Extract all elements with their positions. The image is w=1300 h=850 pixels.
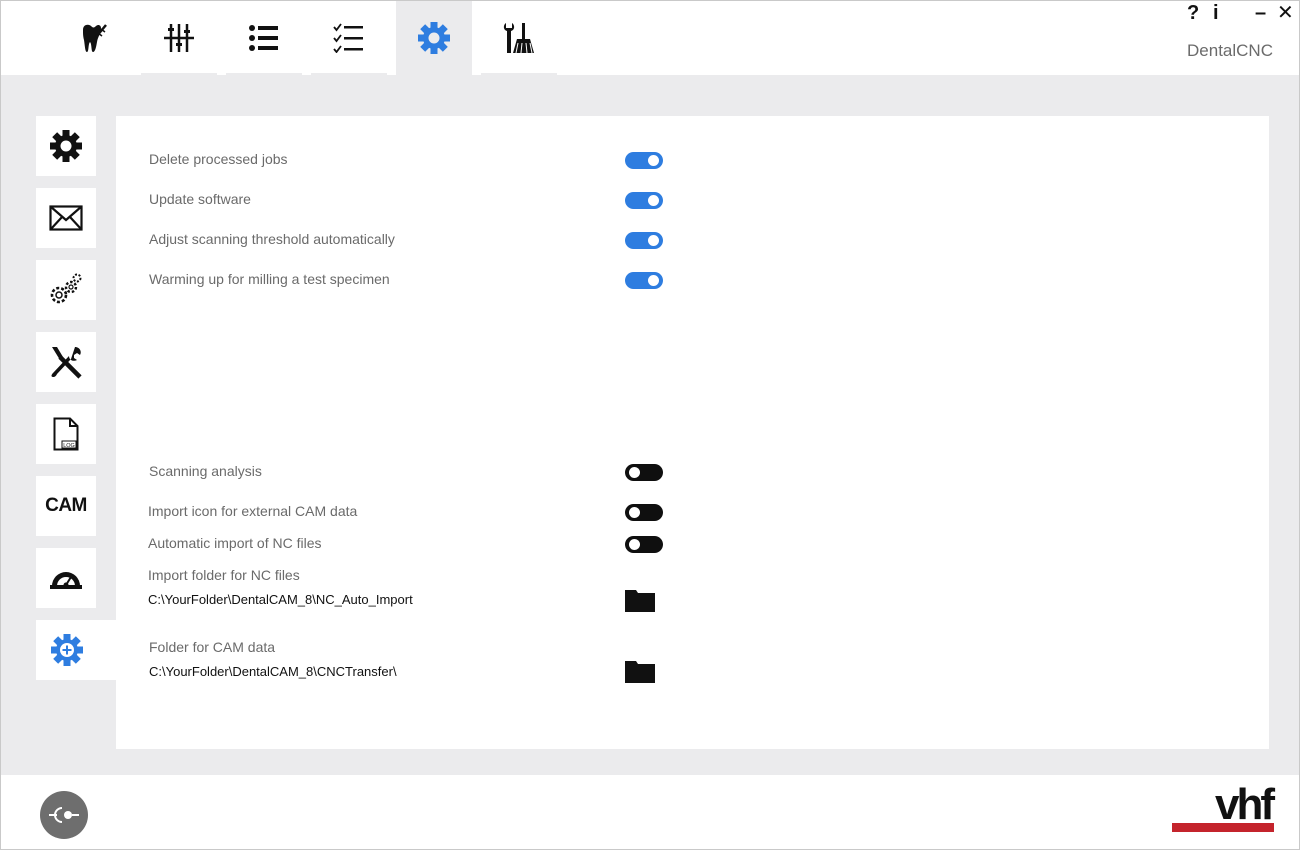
envelope-icon: [49, 205, 83, 231]
tools-broom-icon: [503, 22, 534, 53]
toggle-knob: [629, 539, 640, 550]
top-navigation-bar: ? i – ✕ DentalCNC: [0, 0, 1300, 75]
log-file-icon: LOG: [53, 417, 79, 451]
tab-separator: [141, 73, 217, 75]
sliders-icon: [164, 23, 194, 52]
toggle-knob: [648, 275, 659, 286]
setting-label: Update software: [149, 191, 251, 207]
tab-maintenance[interactable]: [481, 0, 557, 75]
checklist-icon: [333, 22, 363, 53]
toggle-knob: [629, 467, 640, 478]
cam-data-folder-path: C:\YourFolder\DentalCAM_8\CNCTransfer\: [149, 664, 397, 679]
bottom-bar: [0, 775, 1300, 850]
toggle-knob: [648, 235, 659, 246]
toggle-knob: [629, 507, 640, 518]
plug-connection-icon: [49, 807, 79, 823]
setting-label: Adjust scanning threshold automatically: [149, 231, 395, 247]
setting-label: Folder for CAM data: [149, 639, 276, 655]
connection-button[interactable]: [40, 791, 88, 839]
gear-icon: [50, 130, 82, 162]
update-software-toggle[interactable]: [625, 192, 663, 209]
tooth-icon: [83, 23, 107, 52]
cam-icon: CAM: [45, 495, 87, 516]
setting-label: Delete processed jobs: [149, 151, 288, 167]
delete-processed-jobs-toggle[interactable]: [625, 152, 663, 169]
setting-label: Warming up for milling a test specimen: [149, 271, 390, 287]
logo-text: vhf: [1215, 780, 1275, 829]
toggle-knob: [648, 195, 659, 206]
info-button[interactable]: i: [1213, 2, 1219, 24]
setting-label: Automatic import of NC files: [148, 535, 322, 551]
setting-label: Import folder for NC files: [148, 567, 300, 583]
tab-tooth[interactable]: [56, 0, 132, 75]
toggle-knob: [648, 155, 659, 166]
tab-separator: [311, 73, 387, 75]
settings-panel: [116, 116, 1269, 749]
sidebar-item-email[interactable]: [36, 188, 96, 248]
gear-icon: [418, 21, 450, 54]
sidebar-item-machine[interactable]: [36, 260, 96, 320]
list-icon: [249, 24, 278, 51]
browse-nc-folder-button[interactable]: [624, 588, 656, 614]
browse-cam-folder-button[interactable]: [624, 659, 656, 685]
scanning-analysis-toggle[interactable]: [625, 464, 663, 481]
tab-sliders[interactable]: [141, 0, 217, 75]
tab-checklist[interactable]: [311, 0, 387, 75]
sidebar-item-calibration[interactable]: [36, 548, 96, 608]
sidebar-item-log[interactable]: LOG: [36, 404, 96, 464]
gears-icon: [50, 273, 82, 304]
setting-label: Import icon for external CAM data: [148, 503, 358, 519]
nc-import-folder-path: C:\YourFolder\DentalCAM_8\NC_Auto_Import: [148, 592, 413, 607]
tab-list[interactable]: [226, 0, 302, 75]
sidebar-item-cam[interactable]: CAM: [36, 476, 96, 536]
import-icon-external-cam-toggle[interactable]: [625, 504, 663, 521]
folder-icon: [625, 590, 655, 612]
sidebar-item-extended-settings[interactable]: [36, 620, 116, 680]
log-label: LOG: [63, 443, 75, 449]
sidebar-item-general[interactable]: [36, 116, 96, 176]
tab-separator: [226, 73, 302, 75]
wrench-screwdriver-icon: [51, 347, 82, 379]
tab-settings[interactable]: [396, 0, 472, 75]
automatic-import-nc-toggle[interactable]: [625, 536, 663, 553]
sidebar-item-tools[interactable]: [36, 332, 96, 392]
close-button[interactable]: ✕: [1277, 2, 1294, 24]
app-title: DentalCNC: [1187, 41, 1273, 60]
minimize-button[interactable]: –: [1255, 2, 1266, 24]
gauge-icon: [50, 572, 82, 589]
tab-separator: [481, 73, 557, 75]
vhf-logo: vhf: [1172, 780, 1275, 834]
adjust-scanning-threshold-toggle[interactable]: [625, 232, 663, 249]
setting-label: Scanning analysis: [149, 463, 262, 479]
warming-up-toggle[interactable]: [625, 272, 663, 289]
folder-icon: [625, 661, 655, 683]
help-button[interactable]: ?: [1187, 2, 1199, 24]
gear-plus-icon: [51, 634, 83, 666]
